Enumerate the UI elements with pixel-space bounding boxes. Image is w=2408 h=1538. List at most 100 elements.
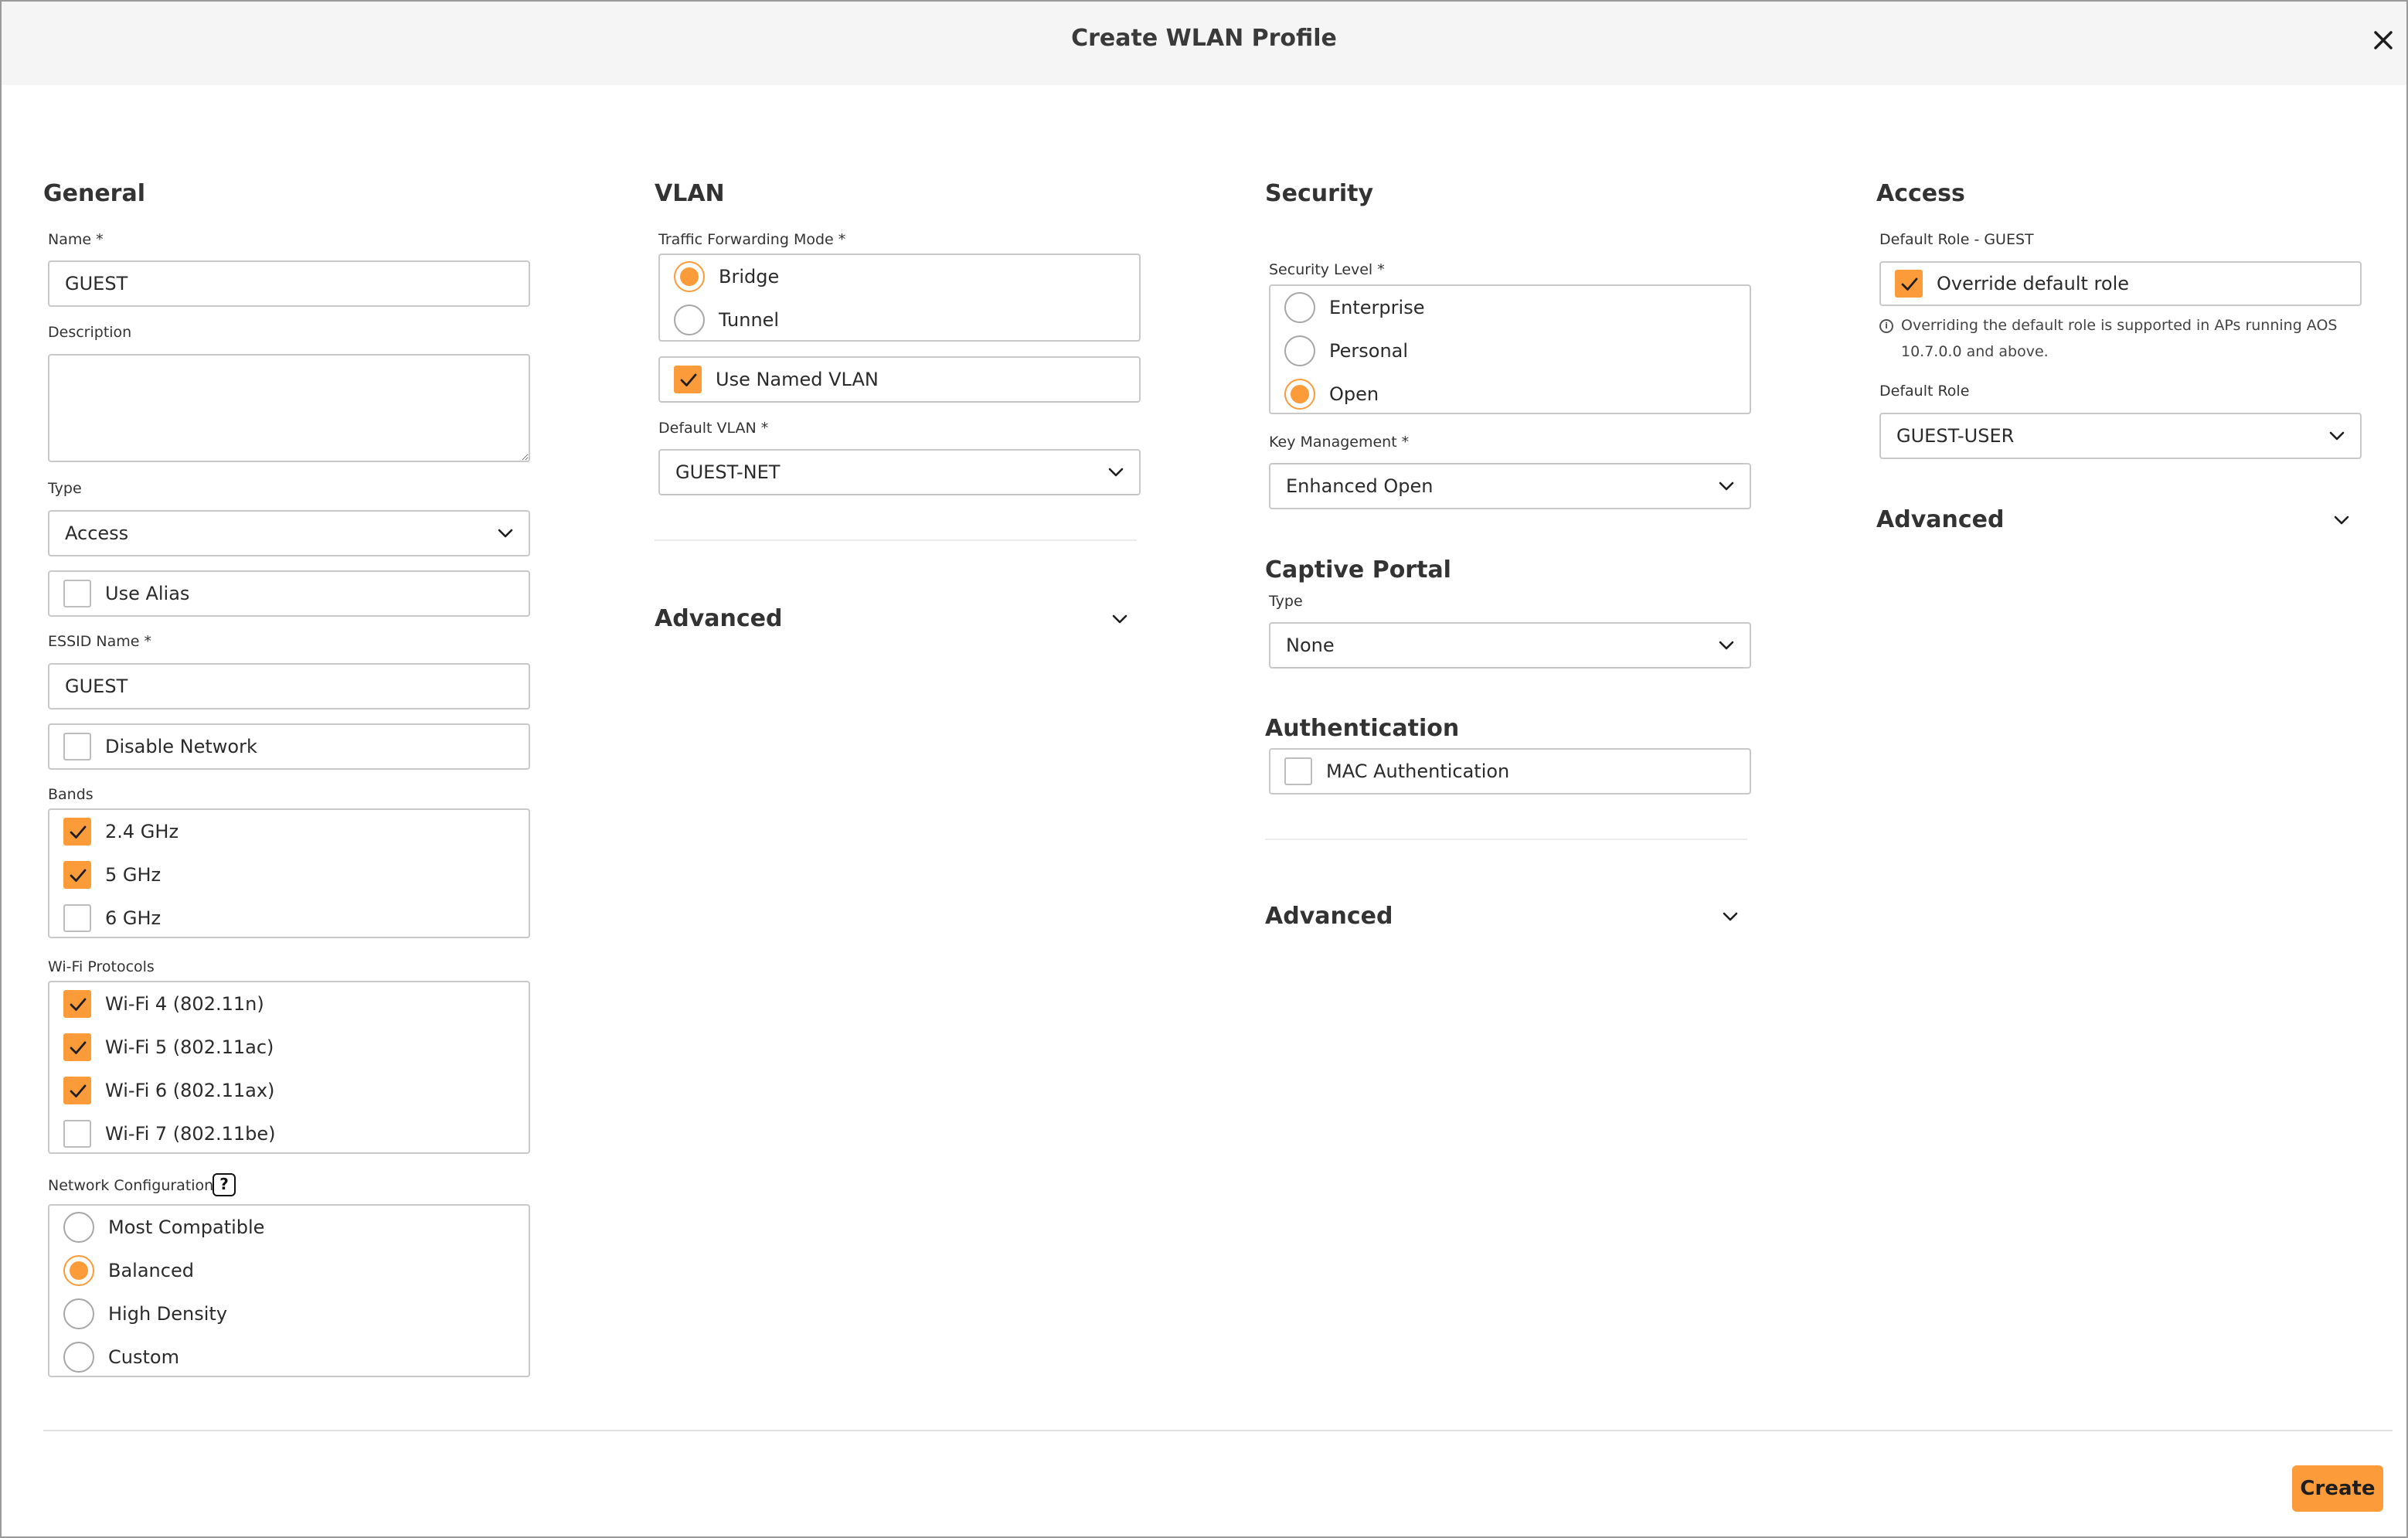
protocol-option[interactable]: Wi-Fi 5 (802.11ac) <box>63 1032 274 1063</box>
band-label: 2.4 GHz <box>105 821 179 842</box>
protocol-option[interactable]: Wi-Fi 7 (802.11be) <box>63 1118 276 1149</box>
override-default-role-option[interactable]: Override default role <box>1879 261 2362 306</box>
security-advanced-toggle[interactable]: Advanced <box>1265 900 1747 933</box>
authentication-heading: Authentication <box>1265 715 1460 742</box>
high-density-radio[interactable] <box>63 1298 94 1329</box>
network-config-option-label: Balanced <box>108 1260 194 1281</box>
captive-portal-type-value: None <box>1286 635 1335 656</box>
band-2-4-checkbox[interactable] <box>63 818 91 846</box>
band-option[interactable]: 5 GHz <box>63 859 161 890</box>
access-heading: Access <box>1876 180 1965 207</box>
checkmark-icon <box>1901 277 1918 291</box>
wifi4-checkbox[interactable] <box>63 990 91 1018</box>
personal-radio[interactable] <box>1284 335 1315 366</box>
disable-network-option[interactable]: Disable Network <box>48 723 530 770</box>
key-management-select[interactable]: Enhanced Open <box>1269 463 1751 509</box>
security-level-option[interactable]: Open <box>1284 379 1379 410</box>
protocol-label: Wi-Fi 4 (802.11n) <box>105 993 264 1015</box>
checkmark-icon <box>70 1084 87 1097</box>
chevron-down-icon <box>2329 431 2345 441</box>
key-management-value: Enhanced Open <box>1286 475 1434 497</box>
checkmark-icon <box>680 373 697 386</box>
protocol-label: Wi-Fi 6 (802.11ax) <box>105 1080 275 1101</box>
chevron-down-icon <box>498 529 513 538</box>
default-role-select[interactable]: GUEST-USER <box>1879 413 2362 459</box>
name-input[interactable] <box>48 260 530 307</box>
network-config-option[interactable]: Balanced <box>63 1255 194 1286</box>
custom-radio[interactable] <box>63 1342 94 1373</box>
help-icon[interactable]: ? <box>213 1173 236 1196</box>
protocols-group: Wi-Fi 4 (802.11n) Wi-Fi 5 (802.11ac) Wi-… <box>48 981 530 1154</box>
band-5-checkbox[interactable] <box>63 861 91 889</box>
captive-portal-type-select[interactable]: None <box>1269 622 1751 669</box>
close-button[interactable] <box>2368 25 2399 56</box>
wifi5-checkbox[interactable] <box>63 1033 91 1061</box>
network-config-option[interactable]: Most Compatible <box>63 1212 264 1243</box>
forwarding-option-label: Tunnel <box>719 309 780 331</box>
default-vlan-select[interactable]: GUEST-NET <box>658 449 1141 495</box>
description-textarea[interactable] <box>48 354 530 462</box>
forwarding-mode-label: Traffic Forwarding Mode * <box>658 231 846 248</box>
chevron-down-icon <box>1108 468 1124 477</box>
band-option[interactable]: 6 GHz <box>63 903 161 934</box>
captive-portal-heading: Captive Portal <box>1265 556 1451 584</box>
network-config-option[interactable]: Custom <box>63 1342 179 1373</box>
band-option[interactable]: 2.4 GHz <box>63 816 179 847</box>
protocol-option[interactable]: Wi-Fi 6 (802.11ax) <box>63 1075 274 1106</box>
balanced-radio[interactable] <box>63 1255 94 1286</box>
mac-auth-checkbox[interactable] <box>1284 757 1312 785</box>
use-alias-option[interactable]: Use Alias <box>48 570 530 617</box>
use-named-vlan-checkbox[interactable] <box>674 366 702 393</box>
security-level-option[interactable]: Enterprise <box>1284 292 1424 323</box>
default-vlan-value: GUEST-NET <box>675 461 781 483</box>
enterprise-radio[interactable] <box>1284 292 1315 323</box>
protocol-label: Wi-Fi 5 (802.11ac) <box>105 1036 274 1058</box>
key-management-label: Key Management * <box>1269 434 1410 451</box>
description-label: Description <box>48 324 132 341</box>
general-heading: General <box>43 180 145 207</box>
band-label: 5 GHz <box>105 864 162 886</box>
most-compatible-radio[interactable] <box>63 1212 94 1243</box>
default-role-group-label: Default Role - GUEST <box>1879 231 2034 248</box>
disable-network-label: Disable Network <box>105 736 257 757</box>
override-default-role-checkbox[interactable] <box>1895 270 1923 298</box>
create-wlan-dialog: Create WLAN Profile General Name * Descr… <box>0 0 2408 1538</box>
captive-portal-type-label: Type <box>1269 593 1303 610</box>
open-radio[interactable] <box>1284 379 1315 410</box>
vlan-heading: VLAN <box>655 180 725 207</box>
protocol-label: Wi-Fi 7 (802.11be) <box>105 1123 276 1145</box>
protocol-option[interactable]: Wi-Fi 4 (802.11n) <box>63 988 264 1019</box>
security-level-option-label: Open <box>1329 383 1379 405</box>
wifi7-checkbox[interactable] <box>63 1120 91 1148</box>
checkmark-icon <box>70 869 87 882</box>
bridge-radio[interactable] <box>674 261 705 292</box>
create-button[interactable]: Create <box>2292 1465 2383 1512</box>
forwarding-option-label: Bridge <box>719 266 780 288</box>
essid-input[interactable] <box>48 663 530 709</box>
wifi6-checkbox[interactable] <box>63 1077 91 1104</box>
type-select[interactable]: Access <box>48 510 530 556</box>
dialog-header: Create WLAN Profile <box>2 2 2406 85</box>
disable-network-checkbox[interactable] <box>63 733 91 760</box>
override-default-role-label: Override default role <box>1937 273 2129 294</box>
use-alias-checkbox[interactable] <box>63 580 91 607</box>
network-config-option-label: Custom <box>108 1346 179 1368</box>
name-label: Name * <box>48 231 104 248</box>
access-advanced-toggle[interactable]: Advanced <box>1876 504 2359 536</box>
forwarding-option[interactable]: Bridge <box>674 261 779 292</box>
security-level-option[interactable]: Personal <box>1284 335 1408 366</box>
mac-auth-option[interactable]: MAC Authentication <box>1269 748 1751 795</box>
tunnel-radio[interactable] <box>674 305 705 335</box>
network-config-option-label: High Density <box>108 1303 228 1325</box>
forwarding-option[interactable]: Tunnel <box>674 305 779 335</box>
security-level-label: Security Level * <box>1269 261 1385 278</box>
protocols-label: Wi-Fi Protocols <box>48 958 155 975</box>
use-named-vlan-option[interactable]: Use Named VLAN <box>658 356 1141 403</box>
network-config-option[interactable]: High Density <box>63 1298 227 1329</box>
close-icon <box>2374 31 2393 49</box>
vlan-advanced-toggle[interactable]: Advanced <box>655 603 1137 635</box>
chevron-down-icon <box>1723 912 1738 921</box>
use-named-vlan-label: Use Named VLAN <box>716 369 879 390</box>
vlan-divider <box>655 539 1137 541</box>
band-6-checkbox[interactable] <box>63 904 91 932</box>
